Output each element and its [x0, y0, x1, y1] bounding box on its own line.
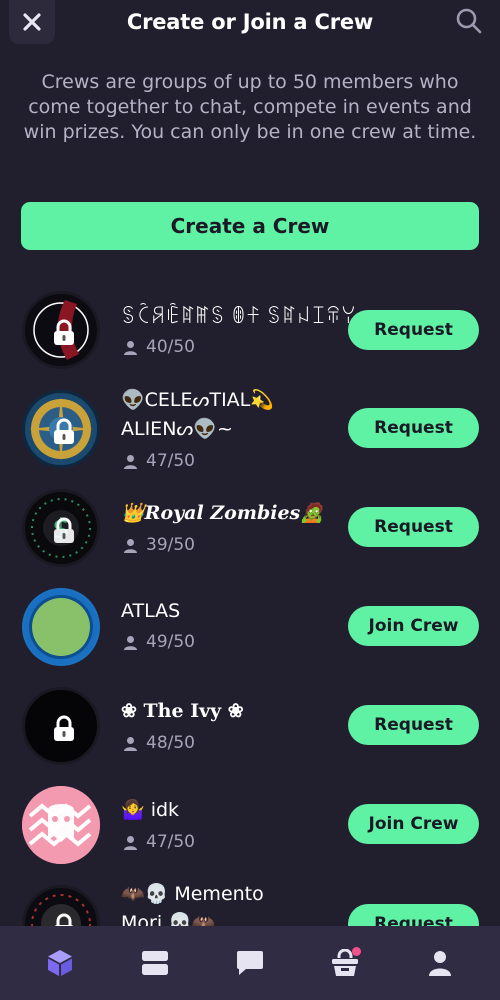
member-count-text: 47/50: [146, 451, 195, 471]
member-count-text: 47/50: [146, 832, 195, 852]
crew-avatar: [22, 291, 100, 369]
crew-row[interactable]: ꌗꉓꋪꍟꍏꂵꌗ ꂦꊰ ꌗꍏꈤꀤꋖꌩ 40/50 Request: [0, 290, 500, 370]
page-title: Create or Join a Crew: [126, 10, 374, 34]
crew-avatar: [22, 390, 100, 468]
crew-row[interactable]: ATLAS 49/50 Join Crew: [0, 587, 500, 667]
person-icon: [123, 835, 138, 850]
bottom-nav: [0, 926, 500, 1000]
member-count-text: 39/50: [146, 535, 195, 555]
lock-icon: [54, 517, 74, 543]
crew-row[interactable]: ❀ 𝐓𝐡𝐞 𝐈𝐯𝐲 ❀ 48/50 Request: [0, 686, 500, 766]
crew-name: 👑𝑹𝒐𝒚𝒂𝒍 𝒁𝒐𝒎𝒃𝒊𝒆𝒔🧟: [121, 502, 324, 524]
close-button[interactable]: [9, 0, 55, 44]
crew-name-line2: ALIENᔕ👽~: [121, 418, 233, 440]
member-count: 47/50: [123, 832, 195, 852]
crew-description: Crews are groups of up to 50 members who…: [23, 71, 477, 143]
crew-cube-icon: [47, 950, 72, 976]
crew-row[interactable]: 🤷‍♀️ idk 47/50 Join Crew: [0, 785, 500, 865]
member-count: 49/50: [123, 632, 195, 652]
search-icon: [456, 8, 482, 34]
member-count: 48/50: [123, 733, 195, 753]
person-icon: [123, 635, 138, 650]
nav-shop[interactable]: [315, 933, 375, 993]
join-crew-button[interactable]: Join Crew: [348, 606, 479, 646]
person-icon: [123, 454, 138, 469]
create-crew-button[interactable]: Create a Crew: [21, 202, 479, 250]
crew-row[interactable]: 🦇💀 Memento Mori 💀🦇 Request: [0, 883, 500, 926]
close-icon: [23, 13, 41, 31]
nav-chat[interactable]: [220, 933, 280, 993]
nav-crew[interactable]: [30, 933, 90, 993]
nav-cards[interactable]: [125, 933, 185, 993]
request-button[interactable]: Request: [348, 408, 479, 448]
crew-name: 👽CELEᔕTIAL💫: [121, 389, 274, 411]
crew-name: ꌗꉓꋪꍟꍏꂵꌗ ꂦꊰ ꌗꍏꈤꀤꋖꌩ: [121, 306, 356, 328]
crew-avatar: [22, 687, 100, 765]
cards-icon: [141, 951, 168, 975]
person-icon: [123, 340, 138, 355]
crew-name: ❀ 𝐓𝐡𝐞 𝐈𝐯𝐲 ❀: [121, 700, 244, 722]
lock-icon: [54, 418, 74, 444]
member-count-text: 49/50: [146, 632, 195, 652]
crew-name: ATLAS: [121, 600, 181, 622]
member-count: 47/50: [123, 451, 195, 471]
crew-row[interactable]: $ 👑𝑹𝒐𝒚𝒂𝒍 𝒁𝒐𝒎𝒃𝒊𝒆𝒔🧟 39/50 Request: [0, 488, 500, 568]
header: Create or Join a Crew: [0, 0, 500, 44]
crew-row[interactable]: 👽CELEᔕTIAL💫 ALIENᔕ👽~ 47/50 Request: [0, 389, 500, 471]
request-button[interactable]: Request: [348, 904, 479, 926]
member-count: 39/50: [123, 535, 195, 555]
crew-avatar: $: [22, 489, 100, 567]
person-icon: [123, 736, 138, 751]
join-crew-button[interactable]: Join Crew: [348, 804, 479, 844]
crew-avatar: [22, 588, 100, 666]
chat-icon: [236, 951, 263, 975]
lock-icon: [54, 913, 74, 926]
crew-list: ꌗꉓꋪꍟꍏꂵꌗ ꂦꊰ ꌗꍏꈤꀤꋖꌩ 40/50 Request 👽CELEᔕTI…: [0, 288, 500, 926]
request-button[interactable]: Request: [348, 705, 479, 745]
profile-icon: [429, 951, 452, 976]
lock-icon: [54, 715, 74, 741]
crew-avatar: [22, 786, 100, 864]
nav-profile[interactable]: [410, 933, 470, 993]
request-button[interactable]: Request: [348, 310, 479, 350]
crew-avatar: [22, 885, 100, 926]
crew-name: 🦇💀 Memento: [121, 883, 264, 905]
search-button[interactable]: [454, 6, 484, 36]
member-count-text: 48/50: [146, 733, 195, 753]
member-count: 40/50: [123, 337, 195, 357]
crew-name-line2: Mori 💀🦇: [121, 912, 216, 926]
person-icon: [123, 538, 138, 553]
member-count-text: 40/50: [146, 337, 195, 357]
lock-icon: [54, 319, 74, 345]
crew-name: 🤷‍♀️ idk: [121, 799, 180, 821]
request-button[interactable]: Request: [348, 507, 479, 547]
